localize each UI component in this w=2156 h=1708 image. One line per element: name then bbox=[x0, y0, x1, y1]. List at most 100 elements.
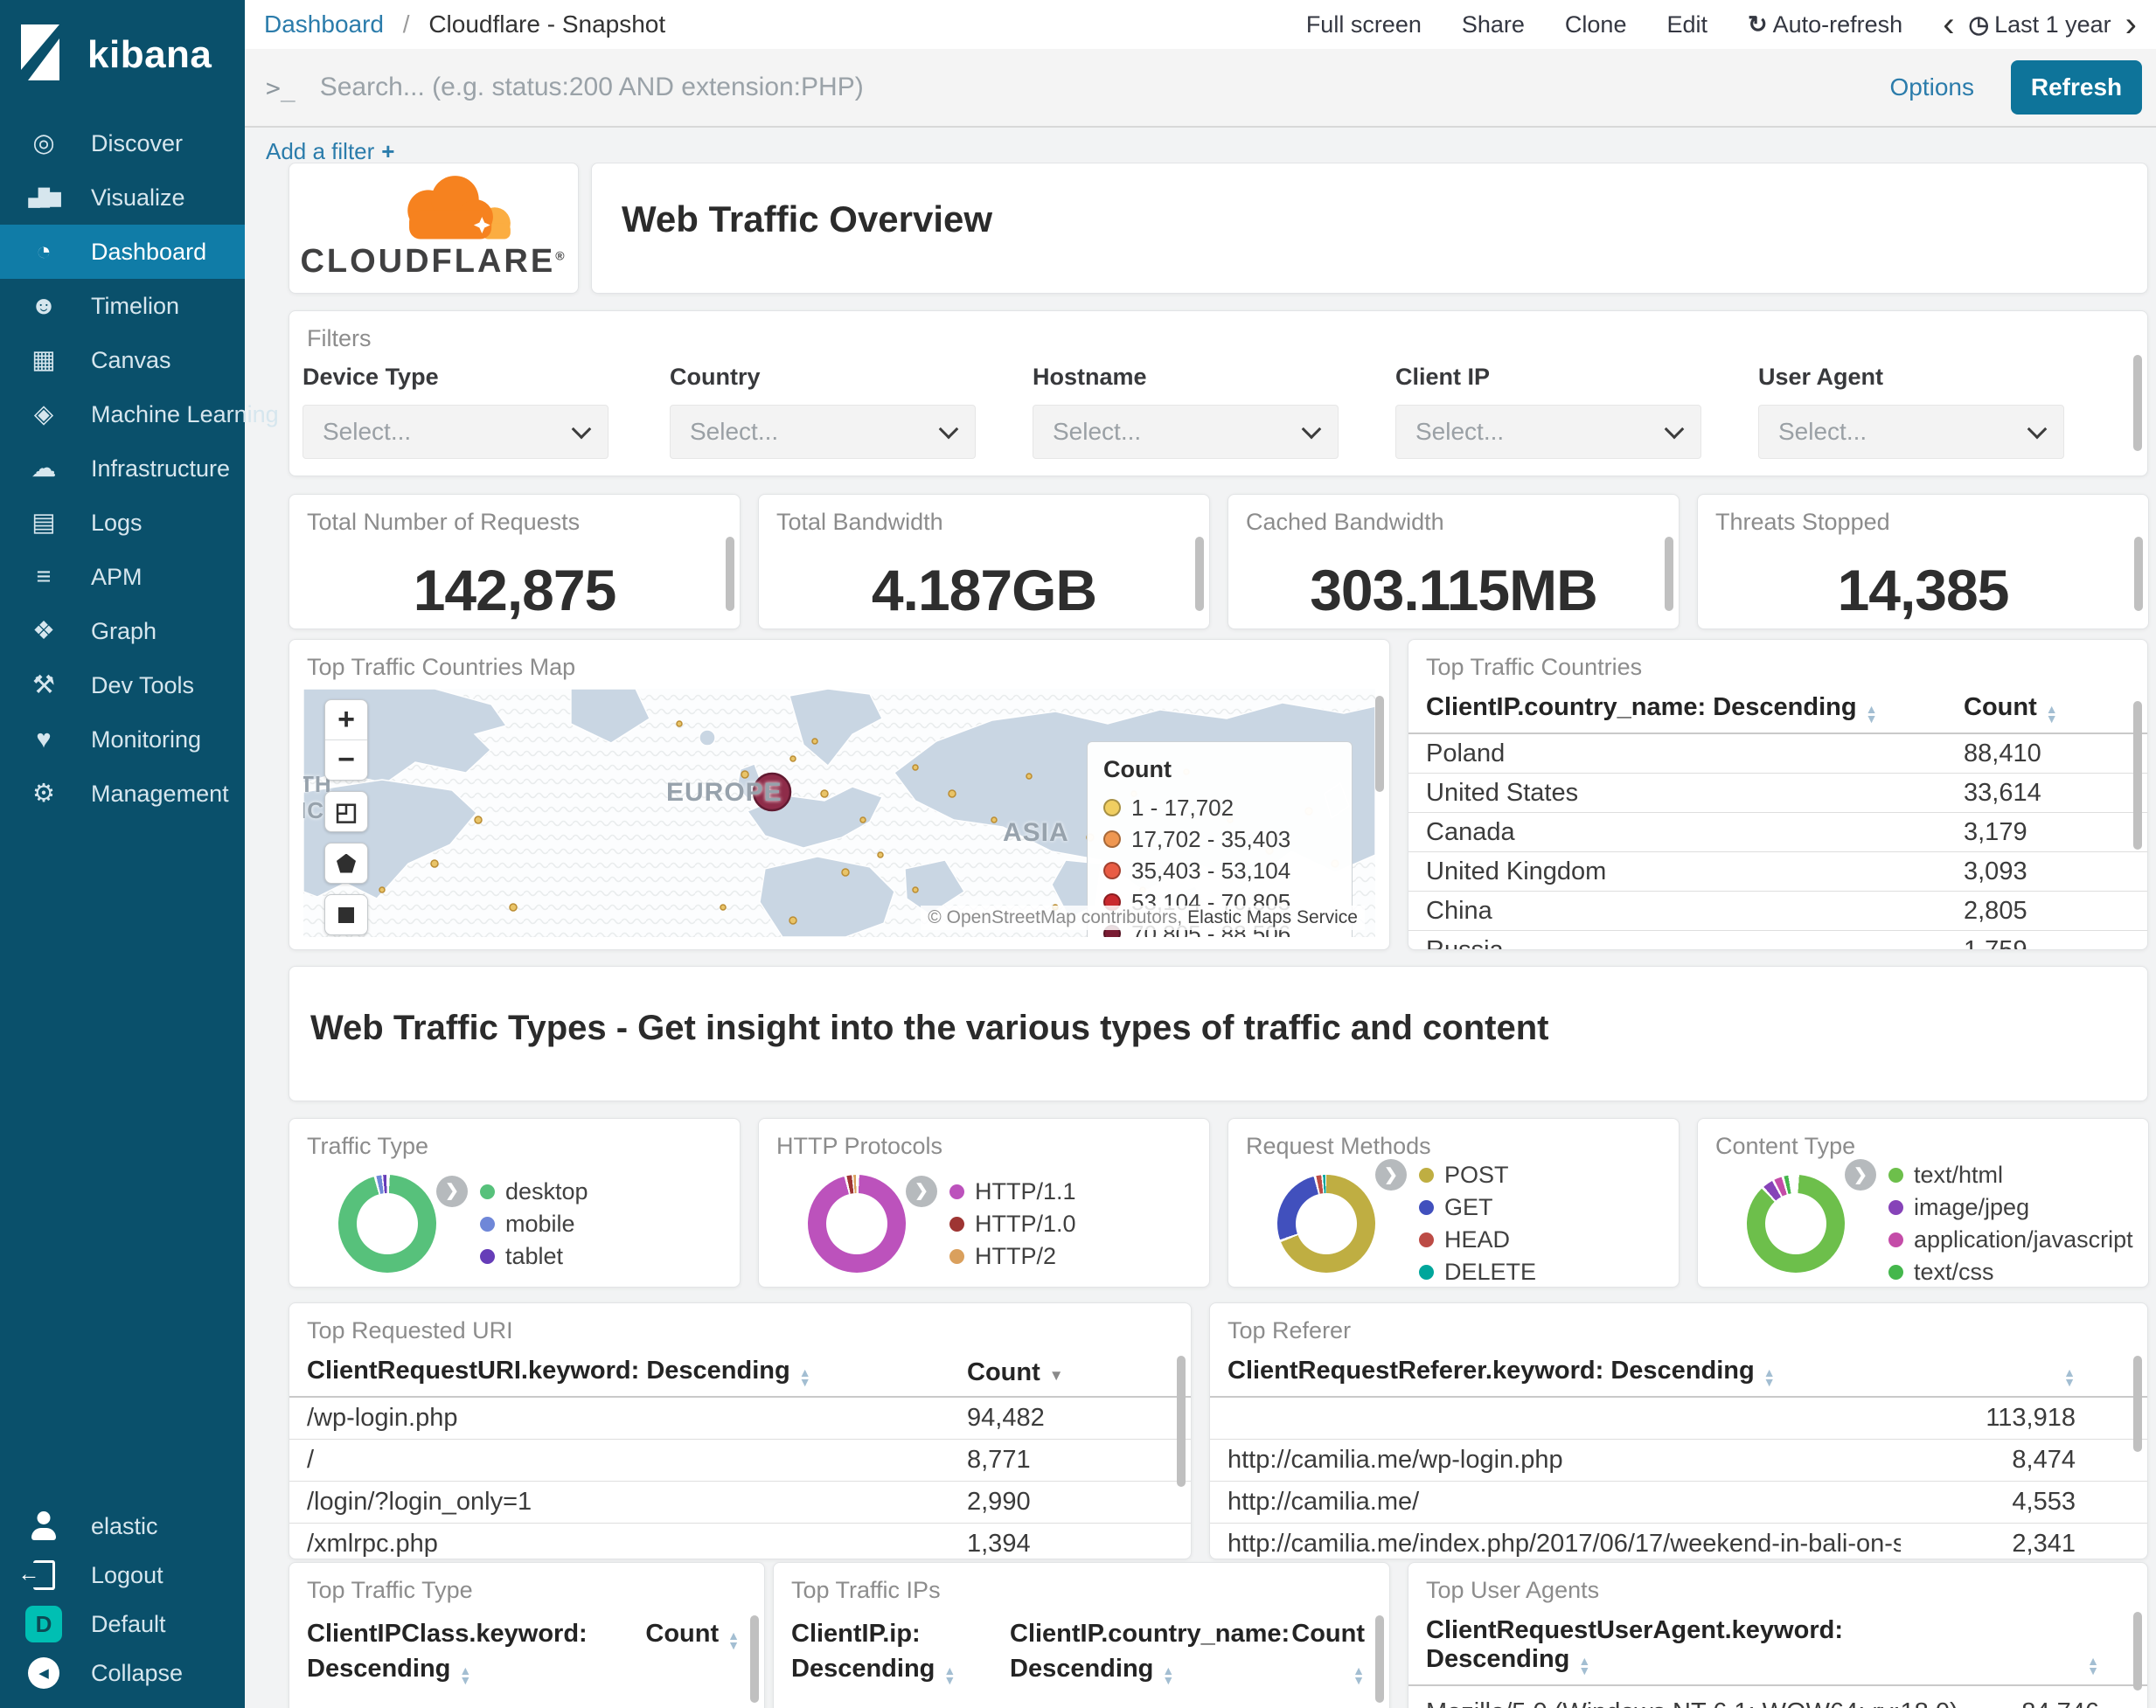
scrollbar[interactable] bbox=[726, 537, 734, 611]
sidebar-item-apm[interactable]: ≡ APM bbox=[0, 550, 245, 604]
column-header-country[interactable]: ClientIP.country_name: Descending ▲ ▼ bbox=[1426, 693, 1964, 725]
legend-item[interactable]: HTTP/2 bbox=[949, 1240, 1076, 1273]
legend-item[interactable]: mobile bbox=[480, 1208, 588, 1240]
sidebar-item-management[interactable]: ⚙ Management bbox=[0, 767, 245, 821]
sidebar-item-logs[interactable]: ▤ Logs bbox=[0, 496, 245, 550]
scrollbar[interactable] bbox=[2133, 1612, 2142, 1691]
sidebar-item-timelion[interactable]: ☻ Timelion bbox=[0, 279, 245, 333]
legend-dot bbox=[949, 1216, 964, 1232]
donut-panel-title: Traffic Type bbox=[307, 1133, 429, 1159]
legend-item[interactable]: GET bbox=[1419, 1191, 1536, 1224]
legend-item[interactable]: HTTP/1.1 bbox=[949, 1176, 1076, 1208]
sidebar-item-dev-tools[interactable]: ⚒ Dev Tools bbox=[0, 658, 245, 712]
column-header-ip[interactable]: ClientIP.ip: Descending ▲ ▼ bbox=[791, 1616, 992, 1686]
column-header-referer[interactable]: ClientRequestReferer.keyword: Descending… bbox=[1228, 1357, 1901, 1388]
breadcrumb-dashboard-link[interactable]: Dashboard bbox=[264, 10, 384, 38]
crop-tool-button[interactable]: ◰ bbox=[325, 792, 367, 831]
full-screen-button[interactable]: Full screen bbox=[1306, 11, 1422, 38]
legend-item[interactable]: POST bbox=[1419, 1159, 1536, 1191]
metric-label: Count bbox=[289, 627, 740, 628]
legend-item[interactable]: desktop bbox=[480, 1176, 588, 1208]
legend-expand-icon[interactable]: ❯ bbox=[1845, 1159, 1876, 1191]
sidebar-item-collapse[interactable]: ◀ Collapse bbox=[0, 1649, 245, 1698]
column-header-user-agent[interactable]: ClientRequestUserAgent.keyword: Descendi… bbox=[1426, 1616, 1986, 1677]
scrollbar[interactable] bbox=[2133, 1356, 2142, 1452]
legend-item[interactable]: text/html bbox=[1888, 1159, 2133, 1191]
http-protocols-donut-chart[interactable] bbox=[808, 1175, 906, 1273]
legend-expand-icon[interactable]: ❯ bbox=[436, 1175, 468, 1207]
options-link[interactable]: Options bbox=[1890, 73, 1975, 101]
edit-button[interactable]: Edit bbox=[1666, 11, 1707, 38]
scrollbar[interactable] bbox=[1195, 537, 1204, 611]
sidebar-item-logout[interactable]: Logout bbox=[0, 1551, 245, 1600]
rectangle-tool-button[interactable] bbox=[325, 895, 367, 934]
legend-dot bbox=[1103, 830, 1121, 848]
time-range-picker[interactable]: ◷ Last 1 year bbox=[1969, 11, 2111, 38]
legend-item[interactable]: tablet bbox=[480, 1240, 588, 1273]
time-next-button[interactable]: › bbox=[2125, 7, 2137, 42]
request-methods-donut-chart[interactable] bbox=[1277, 1175, 1375, 1273]
client-ip-select[interactable]: Select... bbox=[1395, 405, 1701, 459]
zoom-in-button[interactable]: + bbox=[325, 700, 367, 739]
column-header-country[interactable]: ClientIP.country_name: Descending ▲ ▼ bbox=[992, 1616, 1290, 1686]
column-header-count[interactable]: Count ▲ ▼ bbox=[1281, 1616, 1389, 1686]
polygon-tool-button[interactable] bbox=[325, 844, 367, 883]
column-header-uri[interactable]: ClientRequestURI.keyword: Descending ▲ ▼ bbox=[307, 1357, 967, 1388]
device-type-select[interactable]: Select... bbox=[303, 405, 609, 459]
content-type-donut-chart[interactable] bbox=[1747, 1175, 1845, 1273]
time-prev-button[interactable]: ‹ bbox=[1943, 7, 1954, 42]
traffic-type-donut-chart[interactable] bbox=[338, 1175, 436, 1273]
sidebar-item-machine-learning[interactable]: ◈ Machine Learning bbox=[0, 387, 279, 441]
column-header-count[interactable]: Count ▲ ▼ bbox=[1964, 693, 2058, 725]
sidebar-item-canvas[interactable]: ▦ Canvas bbox=[0, 333, 245, 387]
map-canvas[interactable]: EUROPE ASIA TH IC + − ◰ Count bbox=[303, 689, 1375, 937]
share-button[interactable]: Share bbox=[1462, 11, 1525, 38]
legend-item[interactable]: HTTP/1.0 bbox=[949, 1208, 1076, 1240]
scrollbar[interactable] bbox=[1375, 696, 1384, 792]
sidebar-item-discover[interactable]: ◎ Discover bbox=[0, 116, 245, 170]
sidebar-item-monitoring[interactable]: ♥ Monitoring bbox=[0, 712, 245, 767]
sidebar-item-infrastructure[interactable]: ☁ Infrastructure bbox=[0, 441, 245, 496]
legend-expand-icon[interactable]: ❯ bbox=[1375, 1159, 1407, 1191]
legend-item[interactable]: text/css bbox=[1888, 1256, 2133, 1287]
query-prompt-icon: >_ bbox=[266, 73, 296, 102]
scrollbar[interactable] bbox=[1375, 1615, 1384, 1703]
clone-button[interactable]: Clone bbox=[1565, 11, 1627, 38]
sidebar-item-visualize[interactable]: ▄█▆ Visualize bbox=[0, 170, 245, 225]
search-input[interactable] bbox=[317, 72, 1853, 103]
sidebar-item-dashboard[interactable]: ◔ Dashboard bbox=[0, 225, 245, 279]
auto-refresh-button[interactable]: ↻ Auto-refresh bbox=[1748, 11, 1902, 38]
legend-item[interactable]: HEAD bbox=[1419, 1224, 1536, 1256]
sidebar-item-graph[interactable]: ❖ Graph bbox=[0, 604, 245, 658]
kibana-dashboard: kibana ◎ Discover ▄█▆ Visualize ◔ Dashbo… bbox=[0, 0, 2156, 1708]
scrollbar[interactable] bbox=[750, 1615, 759, 1703]
column-header-count[interactable]: Count ▼ bbox=[967, 1358, 1064, 1387]
legend-item[interactable]: application/javascript bbox=[1888, 1224, 2133, 1256]
refresh-button[interactable]: Refresh bbox=[2011, 60, 2142, 115]
map-controls: + − ◰ bbox=[324, 699, 368, 935]
country-select[interactable]: Select... bbox=[670, 405, 976, 459]
add-filter-link[interactable]: Add a filter + bbox=[266, 138, 394, 164]
column-header-count[interactable]: ▲ ▼ bbox=[1901, 1357, 2147, 1388]
scrollbar[interactable] bbox=[1665, 537, 1673, 611]
sidebar-item-space-default[interactable]: D Default bbox=[0, 1600, 245, 1649]
legend-item: 35,403 - 53,104 bbox=[1103, 855, 1336, 886]
user-agent-select[interactable]: Select... bbox=[1758, 405, 2064, 459]
legend-item[interactable]: DELETE bbox=[1419, 1256, 1536, 1287]
column-header-ip-class[interactable]: ClientIPClass.keyword: Descending ▲ ▼ bbox=[307, 1616, 635, 1686]
scrollbar[interactable] bbox=[2134, 537, 2143, 611]
legend-expand-icon[interactable]: ❯ bbox=[906, 1175, 937, 1207]
column-header-count[interactable]: Count ▲ ▼ bbox=[635, 1616, 764, 1651]
kibana-logo[interactable]: kibana bbox=[0, 0, 245, 104]
scrollbar[interactable] bbox=[2133, 355, 2142, 451]
column-header-count[interactable]: ▲ ▼ bbox=[1986, 1645, 2147, 1677]
scrollbar[interactable] bbox=[1177, 1356, 1186, 1487]
hostname-select[interactable]: Select... bbox=[1033, 405, 1339, 459]
scrollbar[interactable] bbox=[2133, 701, 2142, 850]
panel-filters: Filters Device Type Select... Country Se… bbox=[289, 310, 2148, 476]
zoom-out-button[interactable]: − bbox=[325, 739, 367, 780]
legend-item[interactable]: image/jpeg bbox=[1888, 1191, 2133, 1224]
filters-panel-title: Filters bbox=[307, 325, 372, 351]
sidebar-item-user[interactable]: elastic bbox=[0, 1502, 245, 1551]
sidebar: kibana ◎ Discover ▄█▆ Visualize ◔ Dashbo… bbox=[0, 0, 279, 1708]
